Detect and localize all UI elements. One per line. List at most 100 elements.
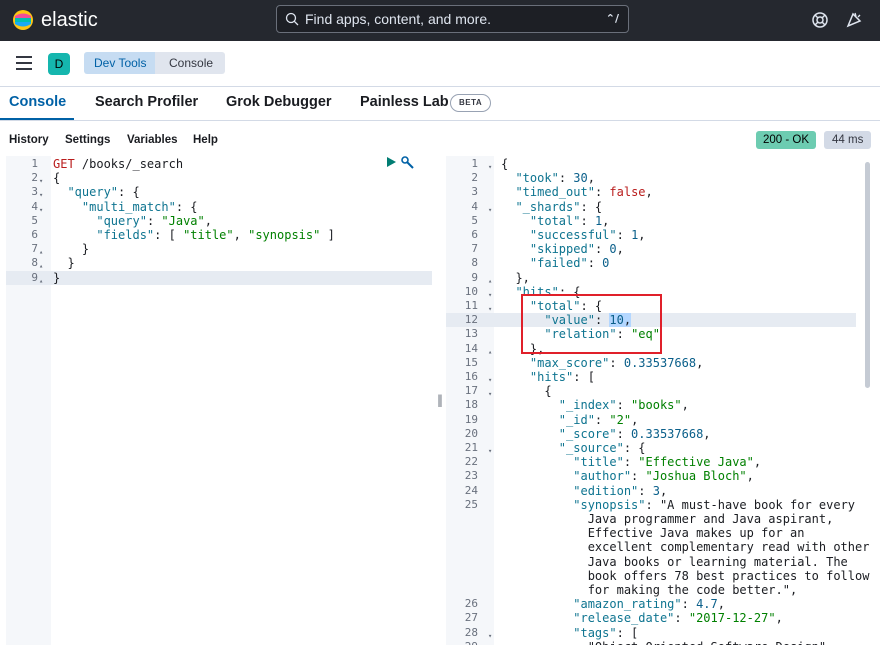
help-button[interactable]: Help xyxy=(193,134,218,146)
line-number: 1 xyxy=(31,157,38,170)
code-line: for making the code better.", xyxy=(446,583,866,597)
code-text: "hits": [ xyxy=(529,370,595,384)
help-icon[interactable] xyxy=(811,11,829,29)
response-editor[interactable]: 1 ▾{2 "took": 30, 3 "timed_out": false, 4 ▾ … xyxy=(446,156,872,645)
tab-grok-debugger[interactable]: Grok Debugger xyxy=(226,94,332,110)
code-line: 18 "_index": "books", xyxy=(446,398,866,412)
code-text: "title": "Effective Java", xyxy=(573,455,762,470)
line-number: 18 xyxy=(464,398,478,412)
code-text: } xyxy=(53,270,61,285)
line-number: 19 xyxy=(464,412,478,426)
elastic-logo-icon[interactable] xyxy=(12,9,34,31)
code-line: 9 ▴} xyxy=(6,271,426,285)
code-text: "_score": 0.33537668, xyxy=(558,426,711,441)
top-header: elastic Find apps, content, and more. ⌃/ xyxy=(0,0,880,41)
play-icon[interactable] xyxy=(385,156,397,168)
code-text: } xyxy=(53,242,90,257)
code-line: 4 ▾ "multi_match": { xyxy=(6,200,426,214)
line-number: 16 xyxy=(464,370,478,383)
search-icon xyxy=(285,12,299,26)
line-number: 29 xyxy=(446,640,478,645)
code-text: }, xyxy=(501,270,530,285)
active-tab-indicator xyxy=(0,118,74,120)
code-text: Java books or learning material. The xyxy=(501,554,848,569)
code-line: 5 "query": "Java", xyxy=(6,214,426,228)
code-text: { xyxy=(501,384,552,399)
code-line: 19 "_id": "2", xyxy=(446,413,866,427)
breadcrumb-dev-tools[interactable]: Dev Tools xyxy=(84,52,170,74)
line-number: 28 xyxy=(464,625,478,639)
panel-resize-handle[interactable]: ‖ xyxy=(437,393,443,407)
code-line: 20 "_score": 0.33537668, xyxy=(446,427,866,441)
dev-tools-tabs: Console Search Profiler Grok Debugger Pa… xyxy=(0,86,880,121)
line-number: 2 xyxy=(471,171,478,185)
brand-name[interactable]: elastic xyxy=(41,8,98,32)
code-text: "query": "Java", xyxy=(96,213,212,228)
line-number: 23 xyxy=(464,469,478,483)
tab-painless-lab[interactable]: Painless Lab xyxy=(360,94,449,110)
global-search[interactable]: Find apps, content, and more. ⌃/ xyxy=(276,5,629,33)
line-number: 1 xyxy=(471,157,478,170)
code-line: 7 "skipped": 0, xyxy=(446,242,866,256)
tab-console[interactable]: Console xyxy=(9,94,66,110)
line-number: 6 xyxy=(471,228,478,241)
code-line: 2 "took": 30, xyxy=(446,171,866,185)
code-text: "timed_out": false, xyxy=(515,185,653,200)
code-text: excellent complementary read with other xyxy=(501,540,870,555)
search-input[interactable]: Find apps, content, and more. xyxy=(305,11,491,28)
settings-button[interactable]: Settings xyxy=(65,134,110,146)
line-number: 5 xyxy=(31,213,38,227)
line-number: 11 xyxy=(464,299,478,312)
response-scrollbar[interactable] xyxy=(865,162,870,388)
status-badge: 200 - OK xyxy=(756,131,817,149)
code-line: 1 GET /books/_search xyxy=(6,157,426,171)
code-text: "edition": 3, xyxy=(573,483,668,498)
wrench-icon[interactable] xyxy=(400,155,415,170)
breadcrumb-console: Console xyxy=(155,52,226,74)
line-number: 3 xyxy=(31,185,38,199)
code-text: for making the code better.", xyxy=(501,583,798,597)
code-line: Java books or learning material. The xyxy=(446,555,866,569)
code-text: "max_score": 0.33537668, xyxy=(529,355,704,370)
line-number: 22 xyxy=(464,455,478,469)
annotation-highlight-box xyxy=(521,294,662,354)
code-line: 16 ▾ "hits": [ xyxy=(446,370,866,384)
code-line: 1 ▾{ xyxy=(446,157,866,171)
variables-button[interactable]: Variables xyxy=(127,134,178,146)
line-number: 3 xyxy=(471,185,478,199)
line-number: 9 xyxy=(31,270,38,284)
tab-search-profiler[interactable]: Search Profiler xyxy=(95,94,198,110)
code-line: book offers 78 best practices to follow xyxy=(446,569,870,583)
code-text: "tags": [ xyxy=(573,625,639,640)
line-number: 24 xyxy=(464,483,478,497)
menu-toggle-icon[interactable] xyxy=(16,56,32,70)
code-line: 4 ▾ "_shards": { xyxy=(446,200,866,214)
code-line: excellent complementary read with other xyxy=(446,540,870,555)
code-line: 2 ▾{ xyxy=(6,171,426,185)
code-text: "failed": 0 xyxy=(529,256,610,271)
line-number: 8 xyxy=(31,256,38,270)
code-line: 29 "Object Oriented Software Design", xyxy=(446,640,866,645)
request-editor[interactable]: 1 GET /books/_search 2 ▾{3 ▾ "query": {4 ▾ "m… xyxy=(6,156,432,645)
line-number: 12 xyxy=(464,313,478,327)
line-number: 9 xyxy=(471,270,478,284)
code-line: 22 "title": "Effective Java", xyxy=(446,455,866,469)
code-text: "_id": "2", xyxy=(558,412,639,427)
newsfeed-icon[interactable] xyxy=(845,11,863,29)
code-line: 8 ▴ } xyxy=(6,256,426,270)
line-number: 20 xyxy=(464,426,478,440)
line-number: 6 xyxy=(31,228,38,241)
code-line: 21 ▾ "_source": { xyxy=(446,441,866,455)
history-button[interactable]: History xyxy=(9,134,49,146)
line-number: 7 xyxy=(471,242,478,256)
code-text: "_index": "books", xyxy=(558,398,689,413)
beta-badge: BETA xyxy=(450,94,492,112)
code-line: Java programmer and Java aspirant, xyxy=(446,512,866,526)
code-line: 27 "release_date": "2017-12-27", xyxy=(446,611,866,625)
fold-collapse-icon[interactable]: ▴ xyxy=(39,274,43,288)
line-number: 2 xyxy=(31,171,38,185)
code-line: 6 "successful": 1, xyxy=(446,228,866,242)
space-avatar[interactable]: D xyxy=(48,53,70,75)
code-line: 8 "failed": 0 xyxy=(446,256,866,270)
line-number: 25 xyxy=(464,497,478,511)
